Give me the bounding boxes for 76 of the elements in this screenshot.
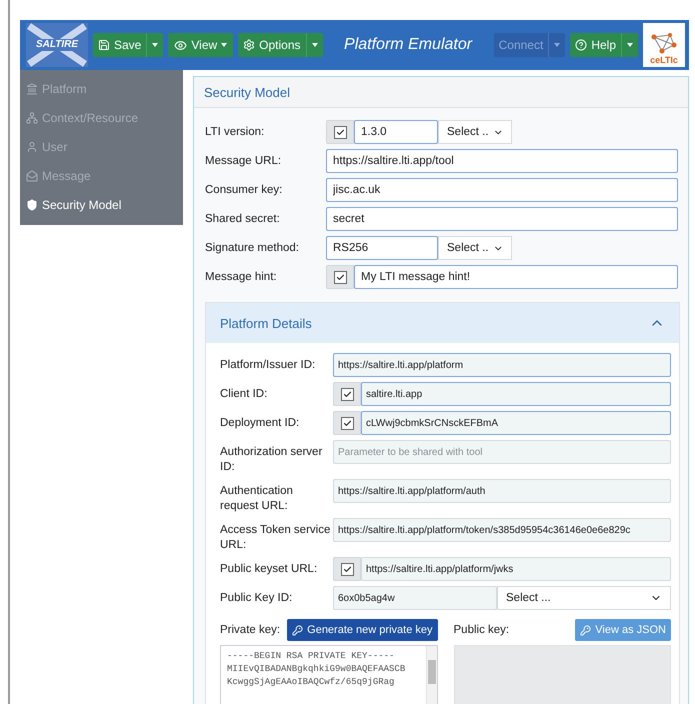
private-key-field[interactable]: -----BEGIN RSA PRIVATE KEY----- MIIEvQIBADANBgkqhkiG9w0BAQEFAASCB KcwggSjAgEAAoIBAQCwfz/65q9jGRag [220, 645, 438, 704]
input-field[interactable]: https://saltire.lti.app/platform/jwks [361, 557, 671, 581]
save-icon [98, 39, 110, 51]
check-icon [336, 272, 344, 282]
checkbox[interactable] [333, 382, 361, 406]
public-key-field[interactable] [454, 645, 671, 704]
input-field[interactable]: https://saltire.lti.app/platform/token/s385d95954c36146e0e6e829c [333, 518, 671, 542]
field-label: Client ID: [220, 387, 268, 402]
field-label: Consumer key: [205, 183, 284, 198]
field-label: Deployment ID: [220, 416, 300, 431]
field-label: Signature method: [205, 241, 300, 256]
check-icon [342, 564, 352, 574]
shield-icon [26, 198, 38, 210]
select-dropdown[interactable]: Select ... [497, 586, 671, 610]
input-field[interactable]: cLWwj9cbmkSrCNsckEFBmA [361, 411, 671, 435]
saltire-logo: SALTIRE [26, 23, 88, 67]
field-label: Message hint: [205, 270, 278, 285]
sitemap-icon [26, 112, 38, 124]
caret-icon [554, 43, 560, 47]
field-label: Authorization server ID: [220, 445, 324, 475]
field-label: LTI version: [205, 125, 266, 140]
menu-button[interactable]: Help [570, 33, 621, 57]
split-button[interactable]: Help [570, 33, 638, 57]
eye-icon [174, 38, 188, 52]
input-field[interactable]: jisc.ac.uk [326, 178, 678, 202]
input-field[interactable]: 1.3.0 [354, 120, 438, 144]
field-label: Authentication request URL: [220, 484, 294, 514]
envelope-icon [26, 170, 38, 182]
caret-icon [152, 43, 158, 47]
select-dropdown[interactable]: Select .. [438, 236, 512, 260]
field-label: Public Key ID: [220, 591, 294, 606]
section-title: Platform Details [220, 316, 312, 330]
checkbox[interactable] [333, 411, 361, 435]
celtic-logo: ceLTIc [643, 23, 685, 67]
field-label: Platform/Issuer ID: [220, 358, 316, 373]
field-label: Message URL: [205, 154, 282, 169]
input-field[interactable]: https://saltire.lti.app/tool [326, 149, 678, 173]
caret-icon [312, 43, 318, 47]
input-field[interactable]: https://saltire.lti.app/platform [333, 353, 671, 377]
dropdown-button[interactable]: View [168, 33, 234, 57]
user-icon [26, 140, 38, 152]
caret-icon [627, 43, 633, 47]
private-key-text: -----BEGIN RSA PRIVATE KEY----- MIIEvQIBADANBgkqhkiG9w0BAQEFAASCB KcwggSjAgEAAoIBAQCwfz/65q9jGRag [226, 650, 406, 689]
key-icon [580, 624, 592, 636]
field-label: Private key: [220, 624, 280, 636]
check-icon [342, 390, 352, 398]
checkbox[interactable] [326, 265, 354, 289]
input-field[interactable]: https://saltire.lti.app/platform/auth [333, 479, 671, 503]
field-label: Shared secret: [205, 212, 281, 227]
generate-key-button[interactable]: Generate new private key [287, 619, 438, 641]
menu-button[interactable]: Save [93, 33, 146, 57]
input-field[interactable]: secret [326, 207, 678, 231]
check-icon [336, 128, 344, 136]
app-title: Platform Emulator [343, 36, 474, 54]
split-button[interactable]: Save [93, 33, 164, 57]
check-icon [342, 418, 352, 428]
settings-icon [243, 39, 256, 51]
help-icon [575, 39, 588, 51]
panel-title: Security Model [204, 84, 290, 100]
bank-icon [26, 82, 38, 94]
field-label: Public key: [454, 624, 510, 636]
input-field[interactable]: Parameter to be shared with tool [333, 440, 671, 464]
menu-button[interactable]: Options [238, 33, 306, 57]
checkbox[interactable] [326, 120, 354, 144]
field-label: Public keyset URL: [220, 562, 318, 577]
select-dropdown[interactable]: Select .. [438, 120, 512, 144]
split-button[interactable]: Options [238, 33, 323, 57]
input-field[interactable]: saltire.lti.app [361, 382, 671, 406]
accordion-header[interactable]: Platform Details [206, 303, 679, 343]
key-icon [292, 624, 304, 636]
input-field[interactable]: RS256 [326, 236, 438, 260]
sidebar-item[interactable]: Security Model [20, 190, 183, 219]
input-field[interactable]: My LTI message hint! [354, 265, 678, 289]
field-label: Access Token service URL: [220, 523, 332, 553]
input-field[interactable]: 6ox0b5ag4w [333, 586, 497, 610]
checkbox[interactable] [333, 557, 361, 581]
